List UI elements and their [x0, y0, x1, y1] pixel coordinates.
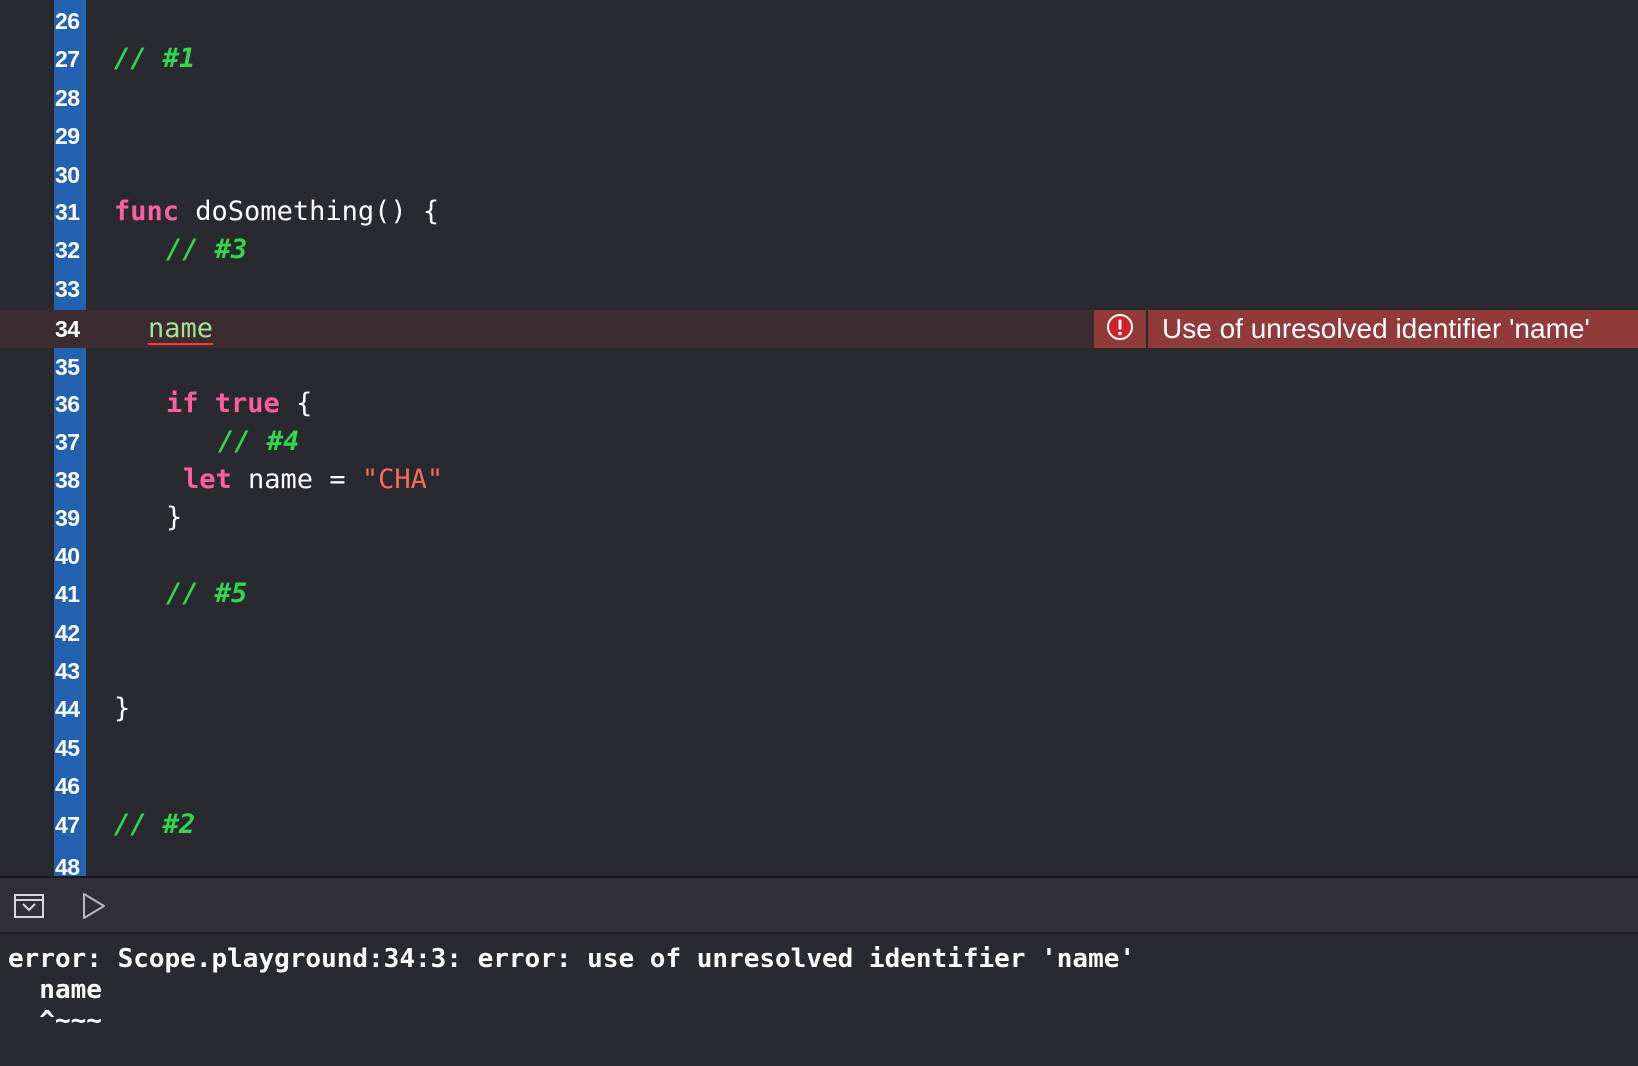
line-number: 33 [55, 276, 80, 302]
code-line[interactable]: 46 [0, 767, 1638, 805]
error-exclamation-icon [1105, 312, 1135, 346]
line-number: 48 [55, 854, 80, 876]
code-line[interactable]: 31 func doSomething() { [0, 193, 1638, 231]
line-number: 27 [55, 46, 80, 72]
close-brace: } [166, 502, 183, 533]
line-number: 41 [55, 581, 80, 607]
keyword-true: true [214, 388, 280, 419]
error-message: Use of unresolved identifier 'name' [1162, 313, 1590, 344]
code-text: let name = "CHA" [183, 461, 443, 499]
line-number: 30 [55, 162, 80, 188]
assignment: name = [231, 464, 362, 495]
line-number: 45 [55, 735, 80, 761]
playground-window: 26 27 // #1 28 29 30 31 func doSomething… [0, 0, 1638, 1066]
code-line[interactable]: 44 } [0, 690, 1638, 728]
line-number: 44 [55, 696, 80, 722]
code-line[interactable]: 28 [0, 79, 1638, 117]
code-editor[interactable]: 26 27 // #1 28 29 30 31 func doSomething… [0, 0, 1638, 876]
console-line: error: Scope.playground:34:3: error: use… [8, 944, 1136, 974]
play-icon[interactable] [80, 892, 108, 920]
code-line[interactable]: 42 [0, 614, 1638, 652]
function-signature: doSomething() { [179, 196, 440, 227]
code-line[interactable]: 38 let name = "CHA" [0, 461, 1638, 499]
code-line[interactable]: 29 [0, 117, 1638, 155]
hide-console-icon[interactable] [14, 894, 44, 918]
line-number: 32 [55, 237, 80, 263]
code-line[interactable]: 47 // #2 [0, 806, 1638, 844]
code-line[interactable]: 32 // #3 [0, 231, 1638, 269]
line-number: 28 [55, 85, 80, 111]
line-number: 38 [55, 467, 80, 493]
code-line[interactable]: 48 [0, 848, 1638, 876]
string-literal: "CHA" [361, 464, 444, 495]
line-number: 29 [55, 123, 80, 149]
debug-toolbar [0, 876, 1638, 934]
console-line: name [8, 975, 102, 1005]
code-text: func doSomething() { [114, 193, 439, 231]
code-line[interactable]: 45 [0, 729, 1638, 767]
line-number: 46 [55, 773, 80, 799]
line-number: 37 [55, 429, 80, 455]
line-number: 43 [55, 658, 80, 684]
line-number: 34 [55, 316, 80, 342]
code-comment: // #4 [218, 426, 300, 457]
code-comment: // #3 [166, 234, 248, 265]
code-line[interactable]: 40 [0, 537, 1638, 575]
line-number: 26 [55, 8, 80, 34]
code-line[interactable]: 27 // #1 [0, 40, 1638, 78]
line-number: 31 [55, 199, 80, 225]
unresolved-identifier[interactable]: name [148, 310, 213, 348]
code-line[interactable]: 35 [0, 348, 1638, 386]
close-brace: } [114, 693, 131, 724]
code-comment: // #1 [114, 43, 196, 74]
line-number: 40 [55, 543, 80, 569]
keyword-if: if [166, 388, 199, 419]
code-line[interactable]: 43 [0, 652, 1638, 690]
code-line[interactable]: 41 // #5 [0, 575, 1638, 613]
code-line[interactable]: 33 [0, 270, 1638, 308]
inline-error-banner[interactable]: Use of unresolved identifier 'name' [1094, 310, 1638, 348]
code-comment: // #2 [114, 809, 196, 840]
code-comment: // #5 [166, 578, 248, 609]
line-number: 39 [55, 505, 80, 531]
code-line[interactable]: 39 } [0, 499, 1638, 537]
code-line[interactable]: 36 if true { [0, 385, 1638, 423]
error-icon-box[interactable] [1094, 310, 1148, 348]
keyword-let: let [183, 464, 232, 495]
open-brace: { [279, 388, 313, 419]
code-line[interactable]: 26 [0, 2, 1638, 40]
console-line: ^~~~ [8, 1006, 102, 1036]
line-number: 35 [55, 354, 80, 380]
line-number: 42 [55, 620, 80, 646]
line-number: 47 [55, 812, 80, 838]
code-line[interactable]: 37 // #4 [0, 423, 1638, 461]
code-line[interactable]: 30 [0, 156, 1638, 194]
keyword-func: func [114, 196, 180, 227]
code-text: if true { [166, 385, 312, 423]
console-output[interactable]: error: Scope.playground:34:3: error: use… [0, 934, 1638, 1066]
line-number: 36 [55, 391, 80, 417]
